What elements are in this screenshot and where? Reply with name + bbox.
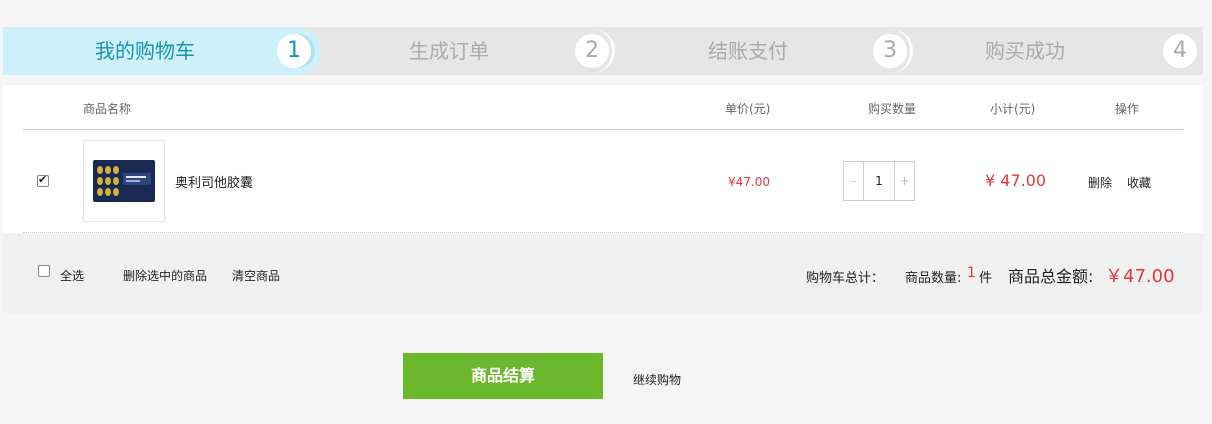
product-image[interactable] — [83, 140, 165, 222]
header-unit-price: 单价(元) — [725, 102, 771, 116]
total-amount: ￥47.00 — [1105, 266, 1175, 287]
step-create-order: 生成订单 2 — [321, 27, 621, 75]
header-ops: 操作 — [1115, 102, 1140, 116]
step-label: 我的购物车 — [95, 39, 195, 63]
unit-price: ¥47.00 — [728, 175, 770, 189]
checkout-progress: 我的购物车 1 生成订单 2 结账支付 3 购买成功 4 — [3, 27, 1203, 75]
favorite-item-link[interactable]: 收藏 — [1127, 174, 1151, 191]
step-pay: 结账支付 3 — [621, 27, 921, 75]
item-subtotal: ¥ 47.00 — [985, 171, 1047, 190]
header-qty: 购买数量 — [868, 102, 917, 116]
select-all-checkbox[interactable] — [38, 265, 50, 277]
delete-selected-link[interactable]: 删除选中的商品 — [123, 267, 207, 284]
clear-cart-link[interactable]: 清空商品 — [232, 267, 280, 284]
cart-table: 商品名称 单价(元) 购买数量 小计(元) 操作 奥利司他胶囊 ¥47.00 — [3, 85, 1203, 233]
select-all-label[interactable]: 全选 — [60, 267, 84, 284]
product-name[interactable]: 奥利司他胶囊 — [175, 172, 253, 191]
total-amount-label: 商品总金额: — [1008, 267, 1094, 286]
item-checkbox[interactable] — [37, 173, 49, 187]
step-label: 结账支付 — [708, 39, 788, 63]
step-number: 3 — [873, 34, 907, 68]
qty-input[interactable]: 1 — [864, 162, 894, 200]
step-label: 生成订单 — [409, 39, 489, 63]
continue-shopping-link[interactable]: 继续购物 — [633, 371, 681, 388]
medicine-box-image — [93, 160, 155, 202]
step-number: 1 — [277, 34, 311, 68]
delete-item-link[interactable]: 删除 — [1088, 174, 1112, 191]
quantity-stepper: - 1 + — [843, 161, 915, 201]
table-row: 奥利司他胶囊 ¥47.00 - 1 + ¥ 47.00 删除 收藏 — [23, 130, 1183, 233]
header-name: 商品名称 — [83, 102, 132, 116]
step-number: 2 — [575, 34, 609, 68]
header-subtotal: 小计(元) — [990, 102, 1036, 116]
step-label: 购买成功 — [985, 39, 1065, 63]
item-count-label: 商品数量: — [905, 271, 962, 286]
item-count: 1 — [967, 265, 976, 281]
step-my-cart: 我的购物车 1 — [3, 27, 321, 75]
step-number: 4 — [1163, 34, 1197, 68]
cart-footer: 全选 删除选中的商品 清空商品 购物车总计： 商品数量: 1 件 商品总金额: … — [3, 234, 1203, 313]
checkout-button[interactable]: 商品结算 — [403, 353, 603, 399]
qty-increase-button[interactable]: + — [894, 162, 914, 200]
step-success: 购买成功 4 — [921, 27, 1203, 75]
qty-decrease-button[interactable]: - — [844, 162, 864, 200]
cart-total-label: 购物车总计： — [806, 271, 885, 286]
table-header: 商品名称 单价(元) 购买数量 小计(元) 操作 — [23, 85, 1183, 130]
item-count-unit: 件 — [979, 271, 993, 286]
